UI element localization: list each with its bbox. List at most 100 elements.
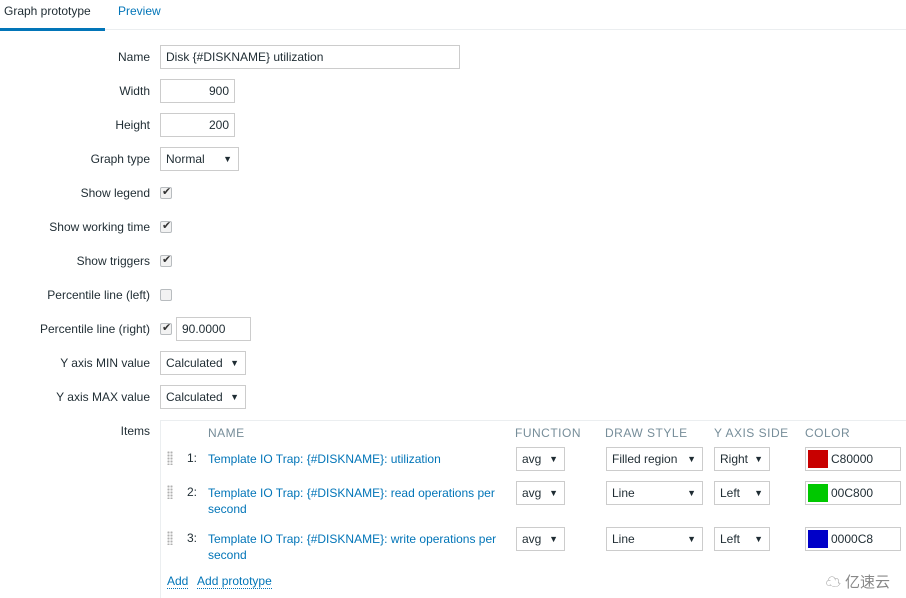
percentile-left-row: Percentile line (left) <box>0 283 906 307</box>
height-row: Height 200 <box>0 113 906 137</box>
y-max-value: Calculated <box>166 390 223 404</box>
y-max-select[interactable]: Calculated ▼ <box>160 385 246 409</box>
show-triggers-row: Show triggers ✔ <box>0 249 906 273</box>
function-select[interactable]: avg ▼ <box>516 481 565 505</box>
draw-style-select[interactable]: Filled region ▼ <box>606 447 703 471</box>
color-swatch[interactable] <box>808 530 828 548</box>
height-input[interactable]: 200 <box>160 113 235 137</box>
drag-handle-icon[interactable] <box>167 485 173 499</box>
show-triggers-label: Show triggers <box>76 254 150 268</box>
draw-style-value: Line <box>612 532 635 546</box>
y-axis-side-select[interactable]: Left ▼ <box>714 527 770 551</box>
width-label: Width <box>119 84 150 98</box>
width-row: Width 900 <box>0 79 906 103</box>
table-row: 3: Template IO Trap: {#DISKNAME}: write … <box>161 527 906 571</box>
y-min-value: Calculated <box>166 356 223 370</box>
header-draw-style: DRAW STYLE <box>605 426 688 440</box>
header-color: COLOR <box>805 426 851 440</box>
function-select[interactable]: avg ▼ <box>516 447 565 471</box>
add-link[interactable]: Add <box>167 574 189 589</box>
y-min-label: Y axis MIN value <box>60 356 150 370</box>
color-value: C80000 <box>831 452 874 466</box>
graph-type-value: Normal <box>166 152 205 166</box>
row-index: 3: <box>187 531 198 545</box>
show-legend-label: Show legend <box>80 186 150 200</box>
color-picker[interactable]: 0000C8 <box>805 527 901 551</box>
show-working-time-row: Show working time ✔ <box>0 215 906 239</box>
draw-style-select[interactable]: Line ▼ <box>606 527 703 551</box>
chevron-down-icon: ▼ <box>549 454 558 464</box>
percentile-right-input[interactable]: 90.0000 <box>176 317 251 341</box>
color-picker[interactable]: C80000 <box>805 447 901 471</box>
chevron-down-icon: ▼ <box>687 534 696 544</box>
row-index: 2: <box>187 485 198 499</box>
y-axis-side-select[interactable]: Right ▼ <box>714 447 770 471</box>
percentile-left-label: Percentile line (left) <box>47 288 150 302</box>
tab-preview[interactable]: Preview <box>118 0 161 30</box>
color-swatch[interactable] <box>808 484 828 502</box>
chevron-down-icon: ▼ <box>223 154 232 164</box>
name-input[interactable]: Disk {#DISKNAME} utilization <box>160 45 460 69</box>
percentile-right-label: Percentile line (right) <box>39 322 150 336</box>
height-label: Height <box>115 118 150 132</box>
y-axis-side-value: Left <box>720 486 741 500</box>
item-name-link[interactable]: Template IO Trap: {#DISKNAME}: write ope… <box>208 531 508 563</box>
item-name-link[interactable]: Template IO Trap: {#DISKNAME}: utilizati… <box>208 451 508 467</box>
chevron-down-icon: ▼ <box>754 488 763 498</box>
tab-graph-prototype[interactable]: Graph prototype <box>0 0 105 31</box>
drag-handle-icon[interactable] <box>167 531 173 545</box>
y-axis-side-select[interactable]: Left ▼ <box>714 481 770 505</box>
y-min-select[interactable]: Calculated ▼ <box>160 351 246 375</box>
item-actions: Add Add prototype <box>167 574 278 589</box>
chevron-down-icon: ▼ <box>549 488 558 498</box>
header-name: NAME <box>208 426 245 440</box>
chevron-down-icon: ▼ <box>230 358 239 368</box>
check-icon: ✔ <box>162 254 172 266</box>
percentile-right-row: Percentile line (right) ✔ 90.0000 <box>0 317 906 341</box>
items-table: NAME FUNCTION DRAW STYLE Y AXIS SIDE COL… <box>160 420 906 598</box>
check-icon: ✔ <box>162 220 172 232</box>
show-working-time-label: Show working time <box>49 220 150 234</box>
chevron-down-icon: ▼ <box>687 488 696 498</box>
graph-type-row: Graph type Normal ▼ <box>0 147 906 171</box>
width-input[interactable]: 900 <box>160 79 235 103</box>
chevron-down-icon: ▼ <box>230 392 239 402</box>
add-prototype-link[interactable]: Add prototype <box>197 574 272 589</box>
cloud-logo-icon: ☁ <box>825 574 841 591</box>
draw-style-value: Filled region <box>612 452 678 466</box>
show-legend-row: Show legend ✔ <box>0 181 906 205</box>
y-max-row: Y axis MAX value Calculated ▼ <box>0 385 906 409</box>
color-swatch[interactable] <box>808 450 828 468</box>
check-icon: ✔ <box>162 186 172 198</box>
function-value: avg <box>522 486 542 500</box>
percentile-left-checkbox[interactable] <box>160 289 172 301</box>
function-select[interactable]: avg ▼ <box>516 527 565 551</box>
color-value: 00C800 <box>831 486 874 500</box>
draw-style-value: Line <box>612 486 635 500</box>
percentile-right-checkbox[interactable]: ✔ <box>160 322 172 335</box>
color-value: 0000C8 <box>831 532 874 546</box>
name-row: Name Disk {#DISKNAME} utilization <box>0 45 906 69</box>
chevron-down-icon: ▼ <box>687 454 696 464</box>
table-row: 1: Template IO Trap: {#DISKNAME}: utiliz… <box>161 447 906 477</box>
item-name-link[interactable]: Template IO Trap: {#DISKNAME}: read oper… <box>208 485 508 517</box>
items-label: Items <box>120 424 150 438</box>
header-y-axis-side: Y AXIS SIDE <box>714 426 789 440</box>
table-row: 2: Template IO Trap: {#DISKNAME}: read o… <box>161 481 906 525</box>
draw-style-select[interactable]: Line ▼ <box>606 481 703 505</box>
show-triggers-checkbox[interactable]: ✔ <box>160 254 172 267</box>
row-index: 1: <box>187 451 198 465</box>
header-function: FUNCTION <box>515 426 581 440</box>
tab-bar: Graph prototype Preview <box>0 0 906 31</box>
show-working-time-checkbox[interactable]: ✔ <box>160 220 172 233</box>
name-label: Name <box>117 50 150 64</box>
check-icon: ✔ <box>162 322 172 334</box>
watermark: ☁ 亿速云 <box>826 571 890 592</box>
chevron-down-icon: ▼ <box>549 534 558 544</box>
graph-type-select[interactable]: Normal ▼ <box>160 147 239 171</box>
color-picker[interactable]: 00C800 <box>805 481 901 505</box>
y-axis-side-value: Left <box>720 532 741 546</box>
show-legend-checkbox[interactable]: ✔ <box>160 186 172 199</box>
drag-handle-icon[interactable] <box>167 451 173 465</box>
chevron-down-icon: ▼ <box>754 454 763 464</box>
